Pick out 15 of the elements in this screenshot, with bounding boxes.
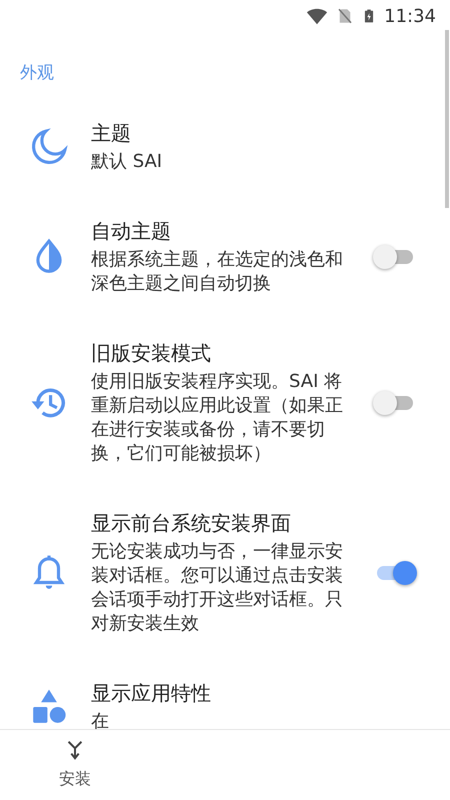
setting-description: 使用旧版安装程序实现。SAI 将重新启动以应用此设置（如果正在进行安装或备份，请不要切换，它们可能被损坏） [91,370,344,466]
setting-title: 自动主题 [91,218,172,244]
setting-title: 显示前台系统安装界面 [91,510,292,536]
clock-time: 11:34 [384,4,436,28]
no-sim-icon [336,6,354,26]
setting-title: 旧版安装模式 [91,340,212,366]
section-header: 外观 [20,62,55,85]
setting-title: 主题 [91,120,132,146]
setting-description: 在 [91,710,110,729]
moon-icon [30,128,68,166]
setting-description: 无论安装成功与否，一律显示安装对话框。您可以通过点击安装会话项手动打开这些对话框。只对新安装生效 [91,540,344,636]
setting-description: 根据系统主题，在选定的浅色和深色主题之间自动切换 [91,248,344,296]
setting-description: 默认 SAI [91,150,164,174]
nav-tab[interactable]: 安装 [0,730,150,800]
setting-title: 显示应用特性 [91,680,212,706]
